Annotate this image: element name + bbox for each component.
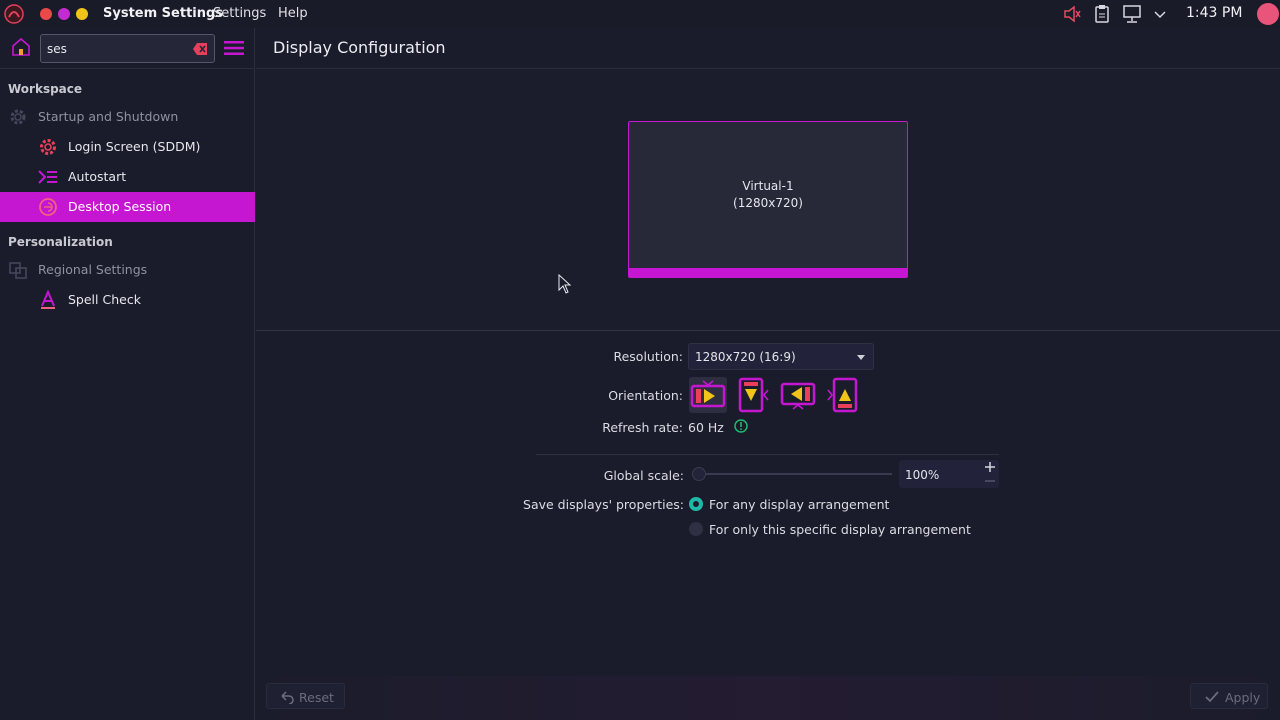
sidebar-item-desktop-session[interactable]: Desktop Session <box>0 192 255 222</box>
landscape-icon <box>690 380 726 408</box>
sidebar-item-spell-check[interactable]: Spell Check <box>0 285 255 315</box>
divider <box>0 68 255 69</box>
search-input[interactable] <box>47 40 187 58</box>
portrait-flipped-icon <box>827 377 858 413</box>
sidebar-item-autostart[interactable]: Autostart <box>0 162 255 192</box>
radio-label[interactable]: For any display arrangement <box>709 497 889 512</box>
checkmark-icon <box>1205 691 1219 703</box>
save-properties-label: Save displays' properties: <box>523 497 684 512</box>
divider <box>256 330 1280 331</box>
monitor-name: Virtual-1 <box>742 179 794 193</box>
apply-label: Apply <box>1225 690 1261 705</box>
clock[interactable]: 1:43 PM <box>1186 5 1242 21</box>
sidebar-item-startup-and-shutdown[interactable]: Startup and Shutdown <box>0 102 255 132</box>
clear-search-icon[interactable] <box>192 42 208 56</box>
sidebar-item-label: Startup and Shutdown <box>38 109 179 124</box>
regional-settings-icon <box>9 262 27 279</box>
refresh-rate-value: 60 Hz <box>688 420 724 435</box>
minus-icon[interactable] <box>984 478 996 484</box>
undo-icon <box>281 691 294 704</box>
app-title: System Settings <box>103 6 224 21</box>
hamburger-menu-icon[interactable] <box>224 40 244 56</box>
footer-background <box>256 676 1280 720</box>
global-scale-slider[interactable] <box>700 473 892 475</box>
divider <box>536 454 999 455</box>
gear-icon <box>40 139 56 155</box>
orientation-label: Orientation: <box>608 388 683 403</box>
caret-down-icon <box>857 355 865 360</box>
main-panel: Display Configuration Virtual-1 (1280x72… <box>256 28 1280 720</box>
sidebar-item-regional-settings[interactable]: Regional Settings <box>0 255 255 285</box>
resolution-value: 1280x720 (16:9) <box>695 350 796 364</box>
top-bar: System Settings Settings Help 1:43 PM <box>0 0 1280 28</box>
sidebar-item-label: Login Screen (SDDM) <box>68 139 201 154</box>
radio-any-arrangement[interactable] <box>689 497 703 511</box>
sidebar: Workspace Startup and Shutdown Login Scr… <box>0 28 255 720</box>
home-icon[interactable] <box>10 36 32 58</box>
refresh-rate-label: Refresh rate: <box>602 420 683 435</box>
mouse-cursor-icon <box>558 274 572 294</box>
global-scale-label: Global scale: <box>603 468 684 483</box>
global-scale-slider-handle[interactable] <box>692 467 706 481</box>
plus-icon[interactable] <box>984 461 996 473</box>
menu-help[interactable]: Help <box>278 6 308 21</box>
minimize-window-button[interactable] <box>58 8 70 20</box>
portrait-icon <box>738 377 769 413</box>
orientation-landscape-flipped-button[interactable] <box>779 377 817 413</box>
sidebar-item-label: Spell Check <box>68 292 141 307</box>
monitor-primary-bar <box>629 268 907 277</box>
radio-specific-arrangement[interactable] <box>689 522 703 536</box>
section-personalization: Personalization <box>8 235 113 249</box>
orientation-portrait-flipped-button[interactable] <box>824 377 862 413</box>
chevron-down-icon[interactable] <box>1153 4 1167 24</box>
info-icon[interactable] <box>734 419 748 433</box>
volume-muted-icon[interactable] <box>1062 4 1082 24</box>
resolution-label: Resolution: <box>613 349 683 364</box>
monitor-virtual-1[interactable]: Virtual-1 (1280x720) <box>628 121 908 278</box>
autostart-icon <box>38 170 57 184</box>
monitor-resolution: (1280x720) <box>733 196 803 210</box>
search-row <box>0 28 255 68</box>
section-workspace: Workspace <box>8 82 83 96</box>
gear-icon <box>10 109 26 125</box>
reset-label: Reset <box>299 690 334 705</box>
clipboard-icon[interactable] <box>1094 4 1110 24</box>
app-logo-icon[interactable] <box>4 4 24 24</box>
reset-button[interactable]: Reset <box>266 683 345 709</box>
menu-settings[interactable]: Settings <box>213 6 266 21</box>
resolution-dropdown[interactable]: 1280x720 (16:9) <box>688 343 874 370</box>
spellcheck-icon <box>41 290 55 309</box>
radio-label[interactable]: For only this specific display arrangeme… <box>709 522 971 537</box>
landscape-flipped-icon <box>780 382 816 410</box>
orientation-landscape-button[interactable] <box>689 377 727 413</box>
user-avatar[interactable] <box>1257 3 1279 25</box>
sidebar-item-label: Desktop Session <box>68 199 172 214</box>
sidebar-item-label: Regional Settings <box>38 262 148 277</box>
sidebar-item-label: Autostart <box>68 169 127 184</box>
orientation-portrait-button[interactable] <box>734 377 772 413</box>
close-window-button[interactable] <box>40 8 52 20</box>
search-field[interactable] <box>40 34 215 63</box>
page-title: Display Configuration <box>273 38 446 57</box>
global-scale-value: 100% <box>905 468 940 482</box>
maximize-window-button[interactable] <box>76 8 88 20</box>
apply-button[interactable]: Apply <box>1190 683 1268 709</box>
session-icon <box>39 198 57 216</box>
sidebar-item-login-screen[interactable]: Login Screen (SDDM) <box>0 132 255 162</box>
network-icon[interactable] <box>1122 4 1142 24</box>
